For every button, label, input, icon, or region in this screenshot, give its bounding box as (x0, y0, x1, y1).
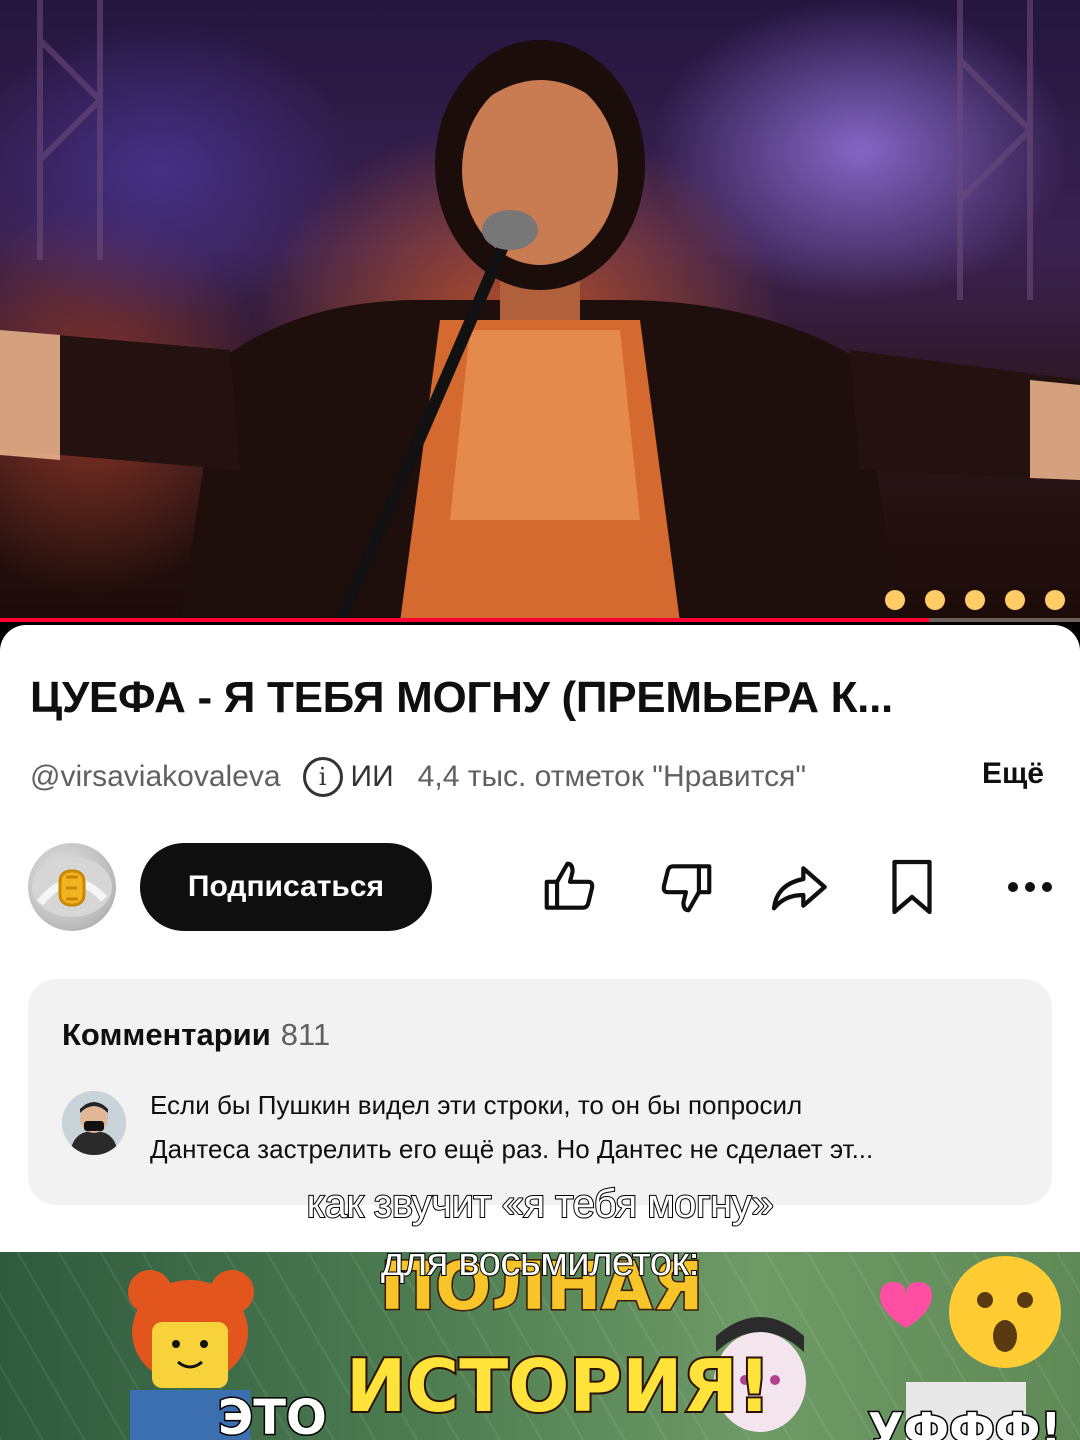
thumb-down-icon[interactable] (650, 851, 722, 923)
caption-line: для восьмилеток: (380, 1239, 701, 1285)
video-progress-bar[interactable] (0, 618, 1080, 622)
avatar-image (32, 857, 112, 917)
thumbnail-left-word: ЭТО (217, 1389, 329, 1440)
ai-label: ИИ (350, 760, 394, 793)
save-icon[interactable] (876, 851, 948, 923)
more-link[interactable]: Ещё (965, 757, 1044, 791)
top-comment-line: Дантеса застрелить его ещё раз. Но Данте… (150, 1134, 874, 1164)
comments-count: 811 (280, 1017, 331, 1052)
commenter-avatar-image (62, 1091, 126, 1155)
commenter-avatar[interactable] (62, 1091, 126, 1155)
channel-avatar[interactable] (28, 843, 116, 931)
thumbnail-title-line2: ИСТОРИЯ! (344, 1344, 773, 1428)
video-progress-fill (0, 618, 929, 622)
video-meta-row[interactable]: @virsaviakovaleva i ИИ 4,4 тыс. отметок … (30, 757, 1050, 797)
video-title[interactable]: ЦУЕФА - Я ТЕБЯ МОГНУ (ПРЕМЬЕРА К... (30, 673, 1050, 723)
comments-header: Комментарии 811 (62, 1017, 330, 1053)
channel-handle[interactable]: @virsaviakovaleva (30, 760, 281, 794)
caption-line: как звучит «я тебя могну» (306, 1181, 775, 1227)
likes-count: 4,4 тыс. отметок "Нравится" (417, 760, 806, 793)
action-bar: Подписаться (0, 843, 1080, 933)
subscribe-button[interactable]: Подписаться (140, 843, 432, 931)
comments-section[interactable]: Комментарии 811 Если бы Пушкин видел эти … (28, 979, 1052, 1205)
comments-label: Комментарии (62, 1017, 271, 1052)
top-comment[interactable]: Если бы Пушкин видел эти строки, то он б… (150, 1083, 1030, 1171)
more-icon[interactable] (994, 851, 1066, 923)
thumb-up-icon[interactable] (534, 851, 606, 923)
thumbnail-right-word: УФФФ! (866, 1402, 1062, 1440)
top-comment-line: Если бы Пушкин видел эти строки, то он б… (150, 1090, 803, 1120)
info-icon[interactable]: i (302, 757, 343, 797)
video-details-panel: ЦУЕФА - Я ТЕБЯ МОГНУ (ПРЕМЬЕРА К... @vir… (0, 625, 1080, 1252)
share-icon[interactable] (762, 851, 834, 923)
video-player[interactable] (0, 0, 1080, 622)
video-frame (0, 0, 1080, 622)
